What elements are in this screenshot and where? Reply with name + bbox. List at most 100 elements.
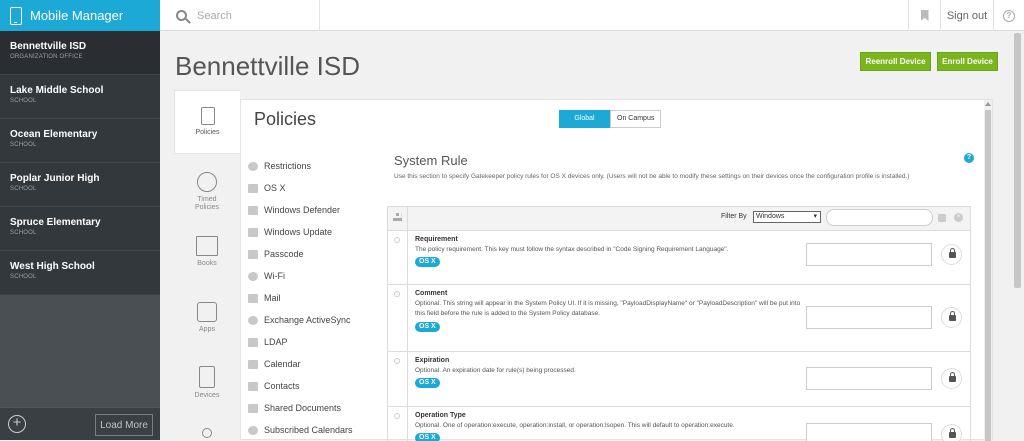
lock-button[interactable] (941, 307, 962, 328)
search-input[interactable] (197, 9, 317, 22)
table-row: Operation Type Optional. One of operatio… (388, 407, 970, 441)
comment-input[interactable] (806, 306, 932, 329)
bookmark-button[interactable] (908, 0, 940, 31)
row-title: Requirement (415, 236, 458, 243)
osx-badge: OS X (415, 378, 440, 388)
policy-item-restrictions[interactable]: Restrictions (248, 155, 384, 177)
window-scrollbar[interactable] (1011, 31, 1024, 440)
rule-title: System Rule (394, 153, 468, 168)
panel-title: Policies (254, 109, 317, 129)
mail-icon (248, 293, 258, 303)
school-name: Poplar Junior High (10, 173, 100, 184)
row-description: Optional. One of operation:execute, oper… (415, 422, 735, 429)
policy-item-osx[interactable]: OS X (248, 177, 384, 199)
sidebar-item-spruce-elementary[interactable]: Spruce Elementary SCHOOL (0, 207, 160, 251)
table-row: Expiration Optional. An expiration date … (388, 352, 970, 407)
contacts-icon (248, 381, 258, 391)
reenroll-device-button[interactable]: Reenroll Device (860, 52, 931, 71)
school-type: SCHOOL (10, 142, 37, 148)
lock-button[interactable] (941, 424, 962, 441)
policy-item-windows-defender[interactable]: Windows Defender (248, 199, 384, 221)
divider (407, 352, 408, 406)
rule-description: Use this section to specify Gatekeeper p… (394, 173, 910, 180)
apps-icon (197, 302, 217, 322)
app-brand[interactable]: Mobile Manager (0, 0, 160, 31)
sync-icon (248, 315, 258, 325)
requirement-input[interactable] (806, 243, 932, 266)
policy-label: Passcode (264, 249, 304, 259)
row-radio[interactable] (394, 358, 400, 364)
scroll-thumb[interactable] (985, 110, 991, 441)
user-icon (202, 428, 212, 438)
panel-scrollbar[interactable] (984, 100, 992, 441)
lock-icon (949, 372, 956, 382)
policy-item-wifi[interactable]: Wi-Fi (248, 265, 384, 287)
policy-item-exchange-activesync[interactable]: Exchange ActiveSync (248, 309, 384, 331)
row-radio[interactable] (394, 413, 400, 419)
lock-icon (949, 428, 956, 438)
sign-out-link[interactable]: Sign out (940, 0, 994, 31)
add-circle-icon[interactable]: + (8, 415, 26, 433)
expiration-input[interactable] (806, 367, 932, 390)
tab-books[interactable]: Books (174, 236, 240, 276)
row-radio[interactable] (394, 291, 400, 297)
windows-update-icon (248, 227, 258, 237)
sidebar-item-lake-middle-school[interactable]: Lake Middle School SCHOOL (0, 75, 160, 119)
filter-select[interactable]: Windows (753, 211, 821, 223)
school-name: Bennettville ISD (10, 41, 87, 52)
policy-item-shared-documents[interactable]: Shared Documents (248, 397, 384, 419)
scroll-up-icon[interactable] (985, 102, 991, 106)
sidebar-item-west-high-school[interactable]: West High School SCHOOL (0, 251, 160, 295)
sidebar-item-poplar-junior-high[interactable]: Poplar Junior High SCHOOL (0, 163, 160, 207)
windows-defender-icon (248, 205, 258, 215)
policy-item-passcode[interactable]: Passcode (248, 243, 384, 265)
toggle-on-campus[interactable]: On Campus (610, 110, 662, 128)
table-toolbar: Filter By Windows × (388, 207, 970, 231)
policies-panel: Policies Global On Campus Restrictions O… (240, 99, 993, 441)
policy-item-subscribed-calendars[interactable]: Subscribed Calendars (248, 419, 384, 441)
filter-search-input[interactable] (826, 209, 933, 226)
enroll-device-button[interactable]: Enroll Device (937, 52, 998, 71)
window-scroll-thumb[interactable] (1014, 33, 1021, 288)
policy-label: Contacts (264, 381, 300, 391)
help-button[interactable]: ? (994, 0, 1024, 31)
row-radio[interactable] (394, 237, 400, 243)
lock-button[interactable] (941, 368, 962, 389)
tab-policies[interactable]: Policies (174, 90, 240, 154)
policy-item-mail[interactable]: Mail (248, 287, 384, 309)
tab-label: Books (197, 260, 217, 267)
policy-label: Wi-Fi (264, 271, 285, 281)
policy-item-windows-update[interactable]: Windows Update (248, 221, 384, 243)
school-name: Lake Middle School (10, 85, 104, 96)
lock-button[interactable] (941, 244, 962, 265)
help-icon[interactable]: ? (964, 153, 974, 163)
tab-devices[interactable]: Devices (174, 366, 240, 406)
tab-apps[interactable]: Apps (174, 302, 240, 342)
policy-label: Windows Update (264, 227, 333, 237)
hierarchy-icon[interactable] (393, 213, 402, 222)
calendar-icon (248, 359, 258, 369)
tab-label: Timed Policies (194, 196, 220, 211)
policy-item-contacts[interactable]: Contacts (248, 375, 384, 397)
policy-item-ldap[interactable]: LDAP (248, 331, 384, 353)
operation-type-input[interactable] (806, 423, 932, 441)
sidebar-item-ocean-elementary[interactable]: Ocean Elementary SCHOOL (0, 119, 160, 163)
timer-icon (197, 172, 217, 192)
notebook-icon (200, 107, 215, 125)
lock-icon (949, 311, 956, 321)
sidebar-item-bennettville-isd[interactable]: Bennettville ISD ORGANIZATION OFFICE (0, 31, 160, 75)
row-title: Expiration (415, 357, 450, 364)
close-icon[interactable]: × (954, 213, 963, 222)
load-more-button[interactable]: Load More (95, 414, 153, 436)
school-type: SCHOOL (10, 186, 37, 192)
restrictions-icon (248, 161, 258, 171)
toggle-global[interactable]: Global (559, 110, 610, 128)
policy-item-calendar[interactable]: Calendar (248, 353, 384, 375)
policy-list: Restrictions OS X Windows Defender Windo… (248, 155, 384, 441)
policy-label: Exchange ActiveSync (264, 315, 351, 325)
school-type: ORGANIZATION OFFICE (10, 54, 83, 60)
tab-more[interactable] (174, 428, 240, 440)
policy-label: Windows Defender (264, 205, 341, 215)
expand-icon[interactable] (938, 214, 946, 222)
tab-timed-policies[interactable]: Timed Policies (174, 172, 240, 216)
